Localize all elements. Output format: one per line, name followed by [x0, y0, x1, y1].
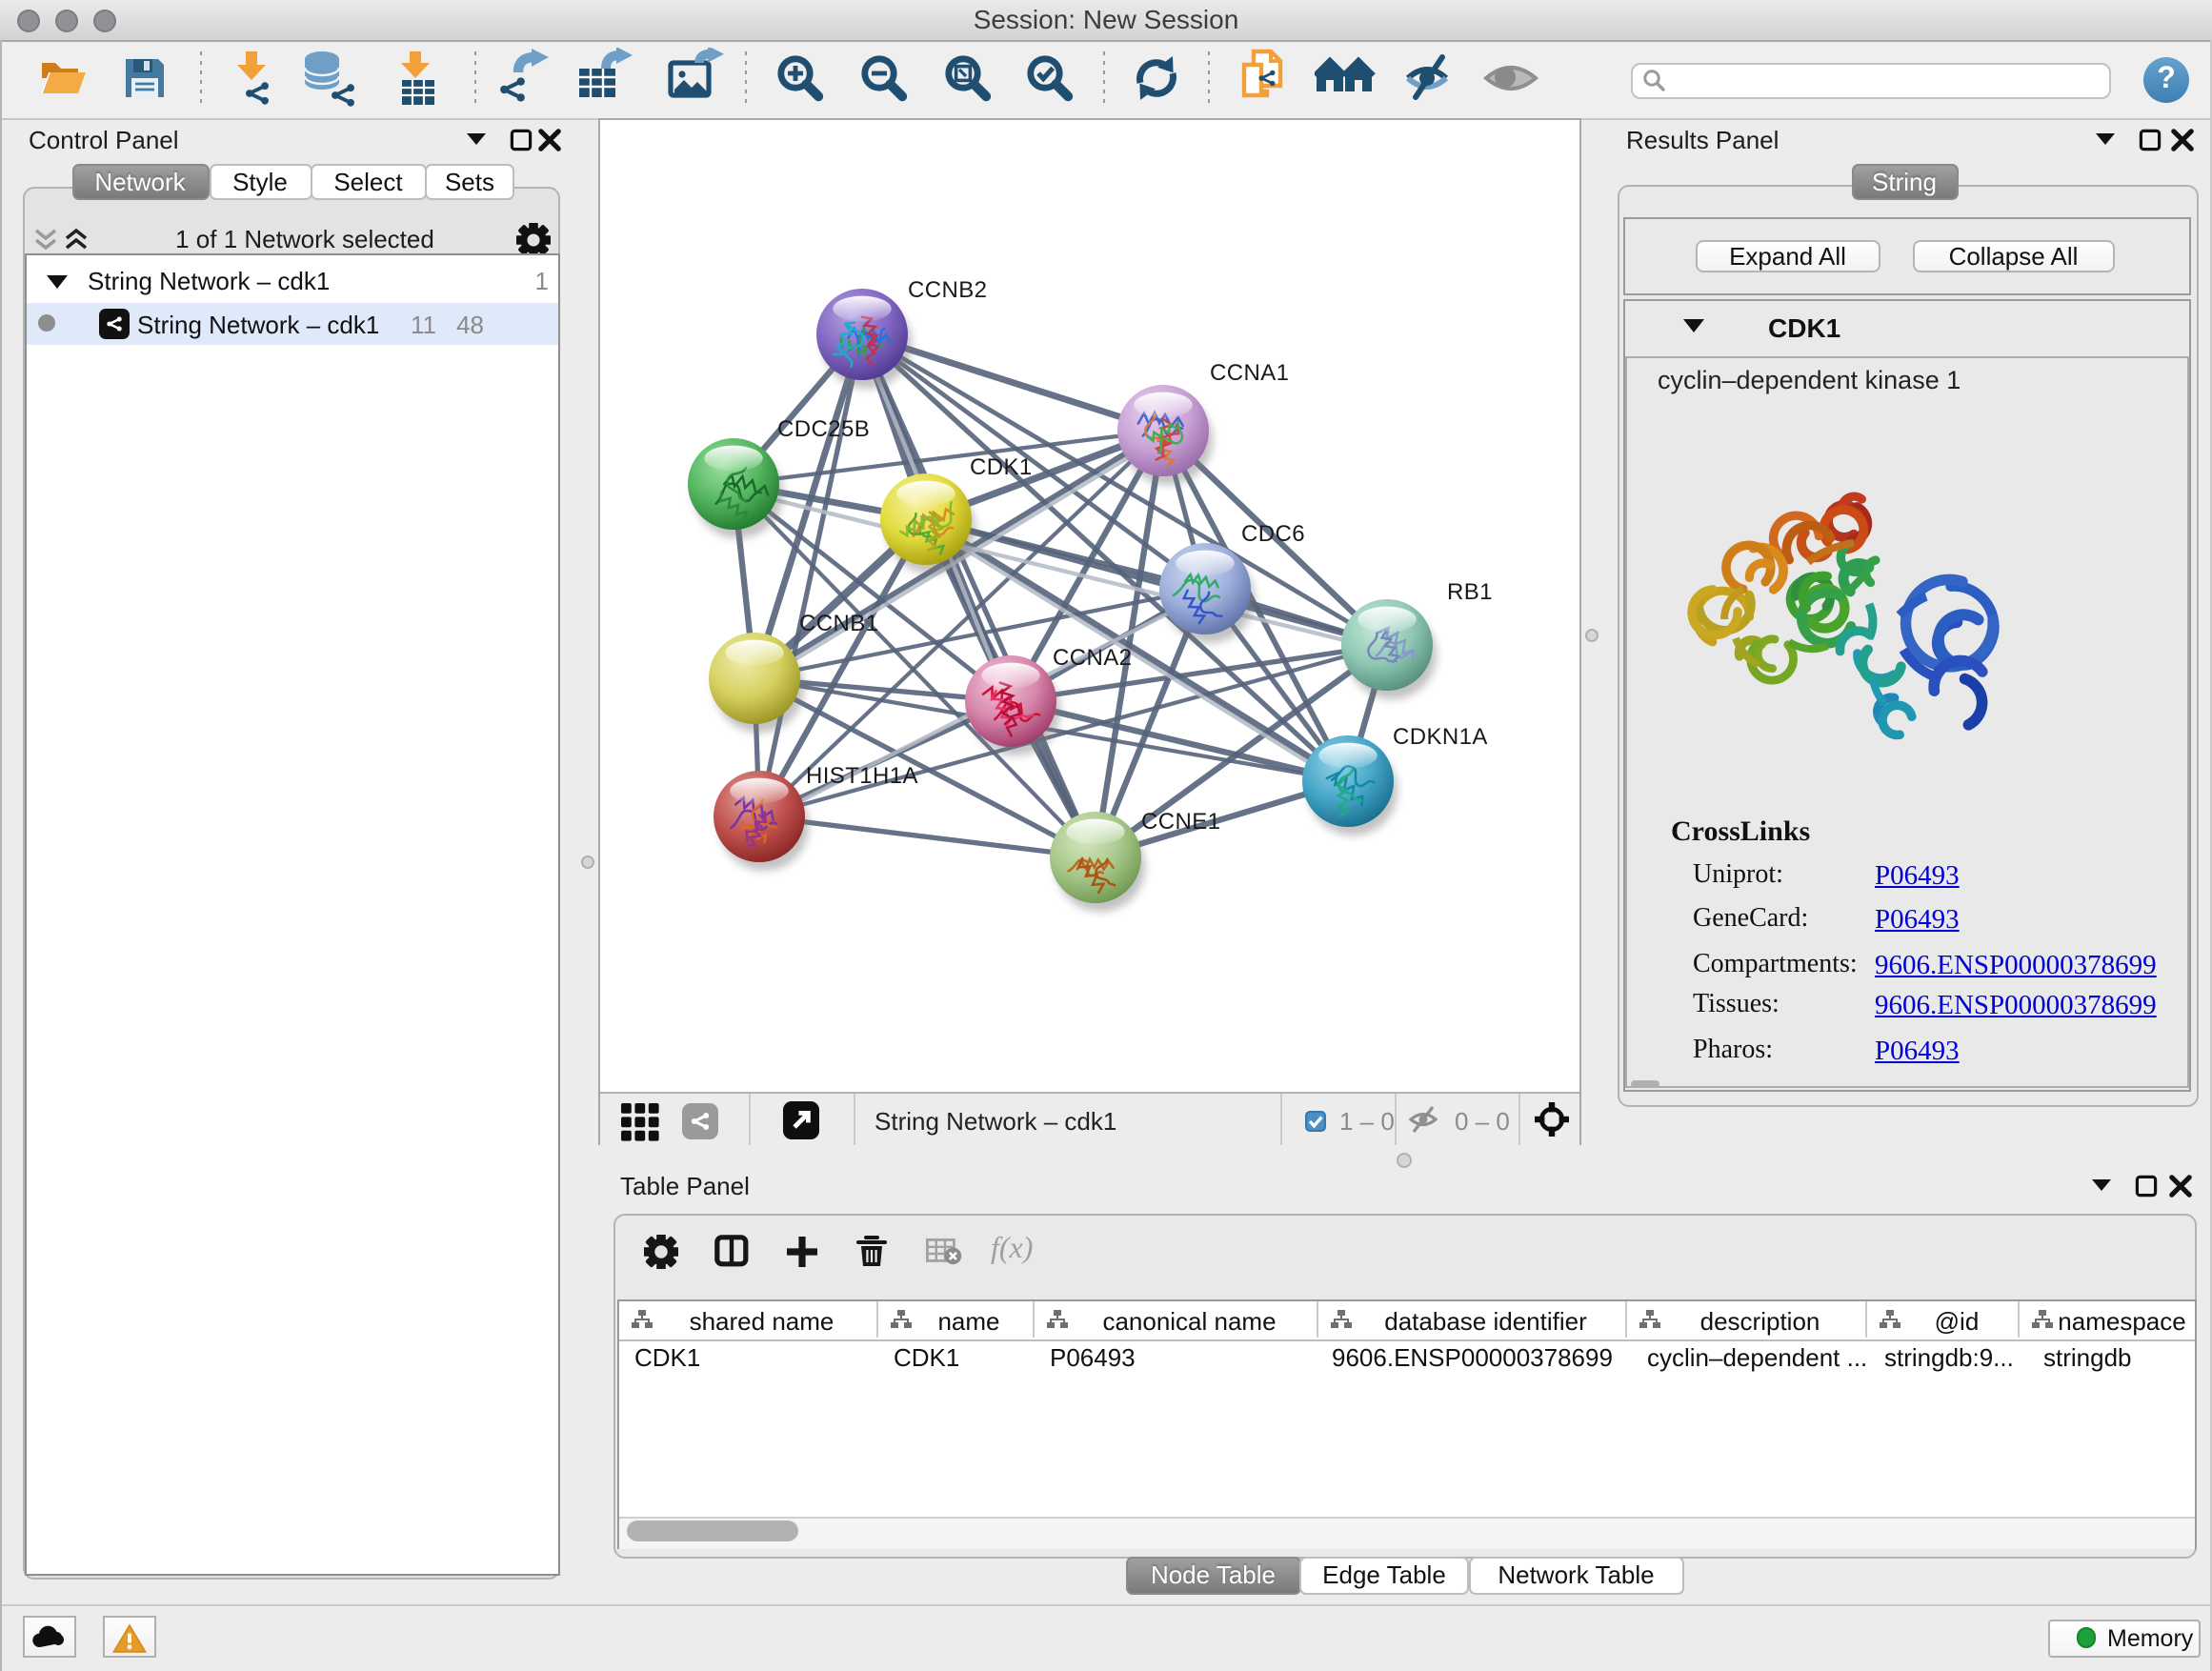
svg-text:CDC6: CDC6	[1241, 521, 1305, 547]
svg-text:HIST1H1A: HIST1H1A	[806, 763, 918, 789]
svg-text:CDKN1A: CDKN1A	[1393, 724, 1488, 750]
svg-text:CCNB2: CCNB2	[908, 277, 987, 303]
svg-text:CCNA2: CCNA2	[1053, 645, 1132, 671]
svg-text:CDK1: CDK1	[970, 454, 1033, 480]
svg-text:CCNB1: CCNB1	[799, 611, 878, 636]
svg-text:RB1: RB1	[1447, 579, 1493, 605]
svg-text:CCNE1: CCNE1	[1141, 809, 1220, 835]
svg-text:CDC25B: CDC25B	[777, 416, 870, 442]
svg-text:CCNA1: CCNA1	[1210, 360, 1289, 386]
